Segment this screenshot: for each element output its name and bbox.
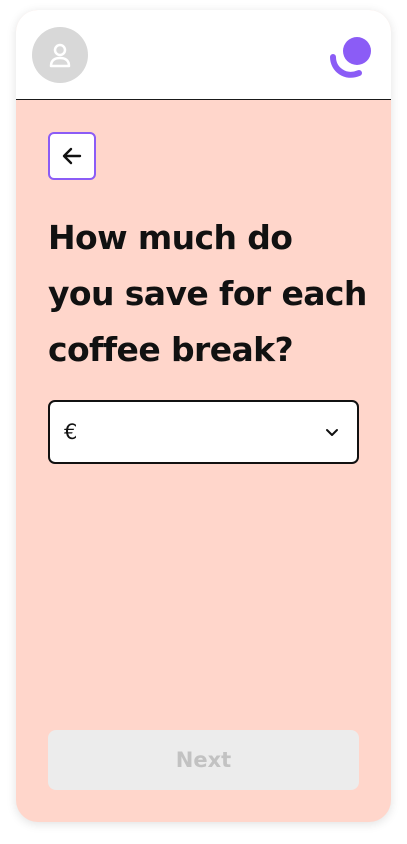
- currency-symbol: €: [64, 420, 78, 444]
- avatar[interactable]: [32, 27, 88, 83]
- app-card: How much do you save for each coffee bre…: [16, 10, 391, 822]
- user-icon: [49, 43, 71, 68]
- chevron-down-icon: [323, 423, 341, 441]
- question-heading: How much do you save for each coffee bre…: [48, 218, 367, 369]
- next-button[interactable]: Next: [48, 730, 359, 790]
- arrow-left-icon: [62, 147, 82, 165]
- brand-logo: [330, 37, 371, 78]
- back-button[interactable]: [48, 132, 96, 180]
- top-bar: [16, 10, 391, 100]
- amount-select[interactable]: €: [48, 400, 359, 464]
